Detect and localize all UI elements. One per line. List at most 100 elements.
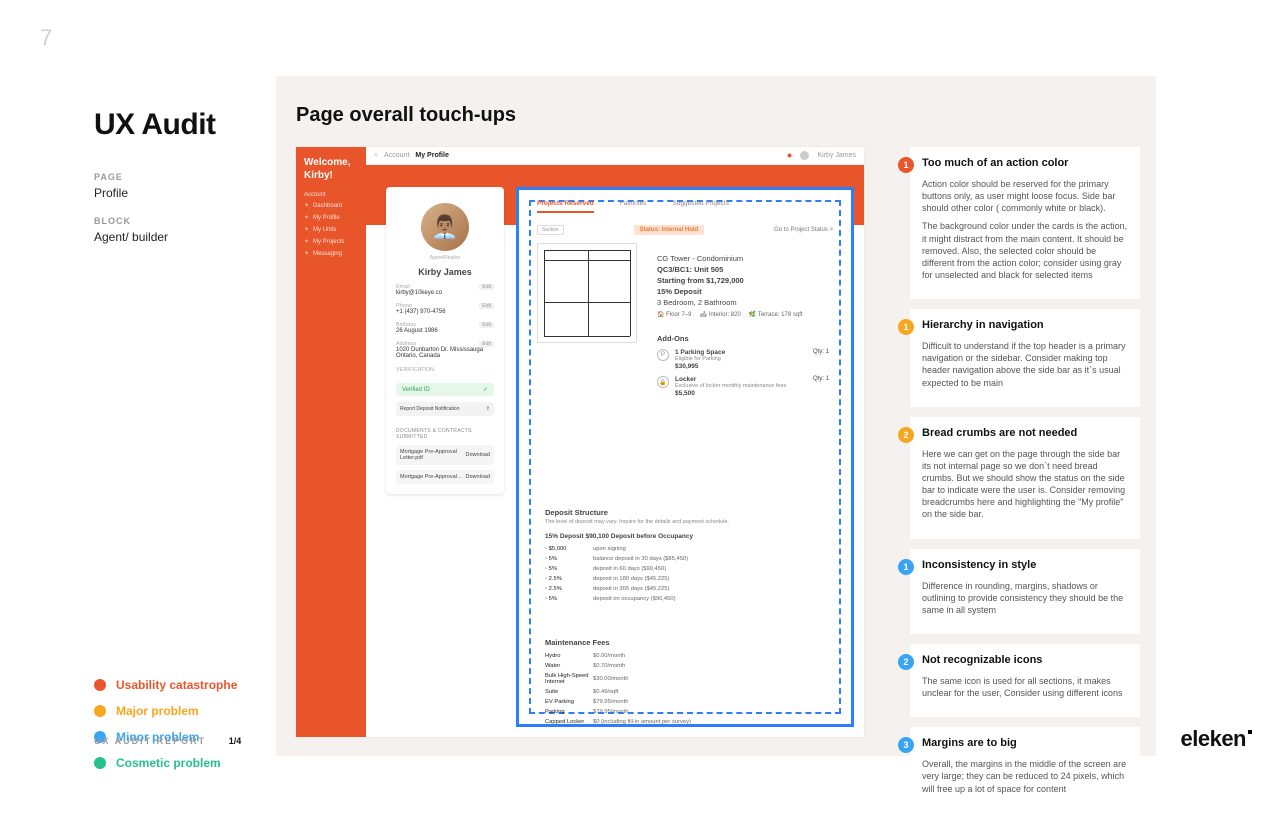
deposit-summary: 15% Deposit $90,100 Deposit before Occup… bbox=[545, 533, 829, 540]
note-body: Difficult to understand if the top heade… bbox=[922, 340, 1128, 389]
bell-icon: ✸ bbox=[787, 152, 793, 160]
avatar-small bbox=[800, 151, 809, 160]
note-number-badge: 2 bbox=[898, 427, 914, 443]
addon-price: $30,995 bbox=[675, 363, 725, 370]
floorplan-thumbnail bbox=[537, 243, 637, 343]
status-badge: Status: Internal Hold bbox=[634, 225, 705, 235]
unit-building: CG Tower - Condominium bbox=[657, 254, 829, 263]
sub-terrace: 🌿 Terrace: 178 sqft bbox=[749, 311, 803, 318]
status-row: Section Status: Internal Hold Go to Proj… bbox=[531, 225, 839, 235]
document-item: Mortgage Pre-Approval Letter.pdfDownload bbox=[396, 445, 494, 465]
note-number-badge: 1 bbox=[898, 157, 914, 173]
footer-page: 1/4 bbox=[229, 736, 242, 746]
legend: Usability catastropheMajor problemMinor … bbox=[94, 678, 274, 782]
verified-pill: Verified ID✓ bbox=[396, 383, 494, 396]
tab-favorites[interactable]: Favorites bbox=[620, 200, 647, 213]
note-title: Inconsistency in style bbox=[922, 559, 1036, 571]
unit-subinfo: 🏠 Floor 7–9 🛋 Interior: 820 🌿 Terrace: 1… bbox=[657, 311, 829, 318]
tab-reserved[interactable]: Projects Reserved bbox=[537, 200, 594, 213]
table-row: Water$0.70/month bbox=[545, 661, 829, 671]
section-title: Page overall touch-ups bbox=[296, 104, 516, 127]
annotation-note: 1Hierarchy in navigationDifficult to und… bbox=[910, 309, 1140, 407]
note-paragraph: Here we can get on the page through the … bbox=[922, 448, 1128, 521]
app-main: Account My Profile ✸ Kirby James 👨🏽‍💼 Ag… bbox=[366, 147, 864, 737]
upload-icon[interactable]: ⇪ bbox=[486, 406, 490, 412]
topbar-username: Kirby James bbox=[817, 152, 856, 159]
table-row: ◦ $5,000upon signing bbox=[545, 544, 829, 554]
edit-button[interactable]: Edit bbox=[479, 303, 494, 309]
table-row: ◦ 5%deposit on occupancy ($90,450) bbox=[545, 594, 829, 604]
legend-label: Major problem bbox=[116, 704, 199, 718]
addon-qty: Qty: 1 bbox=[813, 349, 829, 355]
note-paragraph: The background color under the cards is … bbox=[922, 220, 1128, 281]
page-number: 7 bbox=[40, 25, 52, 51]
sidebar-item[interactable]: Messaging bbox=[304, 250, 358, 257]
note-title: Too much of an action color bbox=[922, 157, 1068, 169]
download-link[interactable]: Download bbox=[466, 474, 490, 480]
addon-icon: 🔒 bbox=[657, 376, 669, 388]
legend-dot-icon bbox=[94, 679, 106, 691]
annotation-frame: Projects Reserved Favorites Suggested Pr… bbox=[516, 187, 854, 727]
meta-page-value: Profile bbox=[94, 186, 259, 200]
table-row: ◦ 5%deposit in 60 days ($90,450) bbox=[545, 564, 829, 574]
note-title: Hierarchy in navigation bbox=[922, 319, 1044, 331]
sidebar-item[interactable]: My Units bbox=[304, 226, 358, 233]
deposit-table: ◦ $5,000upon signing◦ 5%balance deposit … bbox=[545, 544, 829, 604]
note-title: Not recognizable icons bbox=[922, 654, 1042, 666]
left-column: UX Audit PAGE Profile BLOCK Agent/ build… bbox=[94, 108, 259, 244]
doc-name: Mortgage Pre-Approval Letter.pdf bbox=[400, 449, 466, 461]
edit-button[interactable]: Edit bbox=[479, 322, 494, 328]
welcome-text: Welcome, Kirby! bbox=[304, 157, 358, 182]
sidebar-item[interactable]: My Profile bbox=[304, 214, 358, 221]
document-item: Mortgage Pre-Approval… Download bbox=[396, 470, 494, 484]
maintenance-section: Maintenance Fees Hydro$0.00/monthWater$0… bbox=[545, 622, 829, 727]
unit-number: QC3/BC1: Unit 505 bbox=[657, 265, 829, 274]
doc-export-row: Report Deposit Notification ⇪ bbox=[396, 402, 494, 416]
table-row: Suite$0.49/sqft bbox=[545, 687, 829, 697]
addr-value: 1020 Dunbarton Dr. Mississauga Ontario, … bbox=[396, 347, 494, 359]
legend-item: Cosmetic problem bbox=[94, 756, 274, 770]
legend-label: Usability catastrophe bbox=[116, 678, 237, 692]
annotation-note: 1Too much of an action colorAction color… bbox=[910, 147, 1140, 299]
legend-label: Cosmetic problem bbox=[116, 756, 221, 770]
deposit-heading: Deposit Structure bbox=[545, 508, 829, 517]
table-row: ◦ 5%balance deposit in 30 days ($85,450) bbox=[545, 554, 829, 564]
note-title: Bread crumbs are not needed bbox=[922, 427, 1077, 439]
bday-value: 26 August 1986 bbox=[396, 328, 494, 334]
addon-icon: P bbox=[657, 349, 669, 361]
annotation-note: 1Inconsistency in styleDifference in rou… bbox=[910, 549, 1140, 634]
tabs-row: Projects Reserved Favorites Suggested Pr… bbox=[531, 200, 839, 213]
note-body: Difference in rounding, margins, shadows… bbox=[922, 580, 1128, 616]
note-body: Here we can get on the page through the … bbox=[922, 448, 1128, 521]
annotation-note: 3Margins are to bigOverall, the margins … bbox=[910, 727, 1140, 812]
annotation-note: 2Bread crumbs are not neededHere we can … bbox=[910, 417, 1140, 539]
download-link[interactable]: Download bbox=[466, 452, 490, 458]
maint-heading: Maintenance Fees bbox=[545, 638, 829, 647]
table-row: ◦ 2.5%deposit in 365 days ($45,225) bbox=[545, 584, 829, 594]
doc-name: Mortgage Pre-Approval… bbox=[400, 474, 462, 480]
verification-label: VERIFICATION bbox=[396, 367, 494, 373]
sidebar-item[interactable]: Dashboard bbox=[304, 202, 358, 209]
edit-button[interactable]: Edit bbox=[479, 284, 494, 290]
goto-status-link[interactable]: Go to Project Status > bbox=[774, 227, 833, 233]
addon-price: $5,500 bbox=[675, 390, 786, 397]
note-body: Action color should be reserved for the … bbox=[922, 178, 1128, 281]
legend-dot-icon bbox=[94, 757, 106, 769]
breadcrumb: Account My Profile bbox=[374, 152, 449, 159]
addon-title: 1 Parking Space bbox=[675, 349, 725, 356]
legend-dot-icon bbox=[94, 705, 106, 717]
note-paragraph: The same icon is used for all sections, … bbox=[922, 675, 1128, 699]
report-page: 7 UX Audit PAGE Profile BLOCK Agent/ bui… bbox=[0, 0, 1280, 772]
addon-row: P 1 Parking SpaceEligible for Parking$30,… bbox=[657, 349, 829, 370]
crumb-1: Account bbox=[384, 152, 409, 159]
sidebar-item[interactable]: My Projects bbox=[304, 238, 358, 245]
profile-card: 👨🏽‍💼 Agent/Realtor Kirby James EmailEdit… bbox=[386, 187, 504, 494]
phone-value: +1 (437) 970-4756 bbox=[396, 309, 494, 315]
dashed-annotation: Projects Reserved Favorites Suggested Pr… bbox=[529, 200, 841, 714]
brand-dot-icon bbox=[1248, 730, 1252, 734]
addon-sub: Eligible for Parking bbox=[675, 356, 725, 362]
app-screenshot: Welcome, Kirby! Account Dashboard My Prof… bbox=[296, 147, 864, 737]
tab-suggested[interactable]: Suggested Projects bbox=[672, 200, 728, 213]
app-sidebar: Welcome, Kirby! Account DashboardMy Prof… bbox=[296, 147, 366, 737]
maintenance-table: Hydro$0.00/monthWater$0.70/monthBulk Hig… bbox=[545, 651, 829, 727]
